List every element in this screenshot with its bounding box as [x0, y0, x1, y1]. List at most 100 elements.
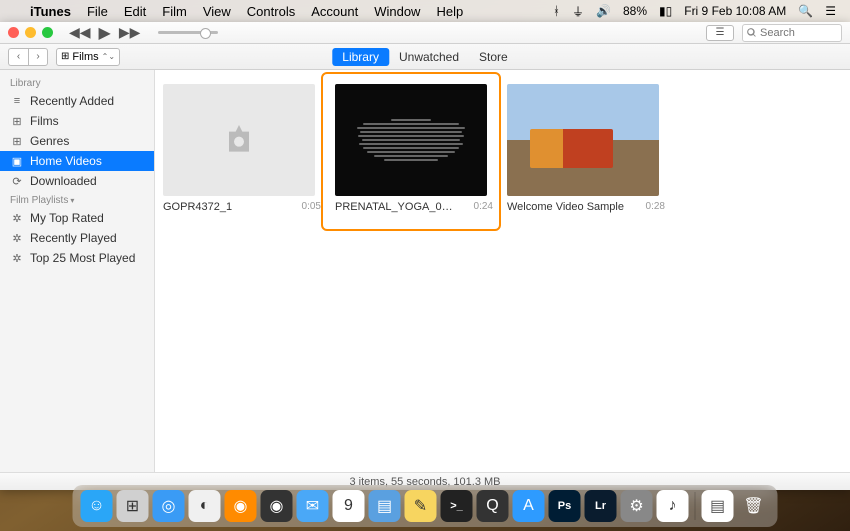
forward-nav-button[interactable]: ›: [28, 48, 48, 66]
menu-controls[interactable]: Controls: [239, 4, 303, 19]
forward-button[interactable]: ▶▶: [117, 24, 143, 41]
sidebar-item-label: Recently Added: [30, 94, 114, 108]
dock-appstore[interactable]: A: [513, 490, 545, 522]
sidebar-item-top-25-most-played[interactable]: ✲Top 25 Most Played: [0, 248, 154, 268]
clock[interactable]: Fri 9 Feb 10:08 AM: [678, 4, 792, 18]
film-icon: ⊞: [61, 51, 69, 62]
chevron-updown-icon: ⌃⌄: [102, 52, 115, 61]
dock-chrome[interactable]: ◐: [189, 490, 221, 522]
menu-window[interactable]: Window: [366, 4, 428, 19]
spotlight-icon[interactable]: 🔍: [792, 4, 819, 18]
menu-edit[interactable]: Edit: [116, 4, 154, 19]
dock-terminal[interactable]: >_: [441, 490, 473, 522]
media-picker[interactable]: ⊞ Films ⌃⌄: [56, 48, 120, 66]
itunes-window: ◀◀ ▶ ▶▶ ☰ ‹ › ⊞ Films ⌃⌄ Library Unwatch…: [0, 22, 850, 490]
gear-icon: ✲: [10, 232, 24, 245]
volume-slider[interactable]: [158, 31, 218, 34]
battery-icon[interactable]: ▮▯: [653, 4, 678, 18]
menu-extras-icon[interactable]: ☰: [819, 4, 842, 18]
dock-safari[interactable]: ◎: [153, 490, 185, 522]
search-input[interactable]: [760, 27, 830, 39]
sidebar-item-label: Downloaded: [30, 174, 97, 188]
search-field[interactable]: [742, 24, 842, 42]
dock-quicktime[interactable]: Q: [477, 490, 509, 522]
sidebar-header-playlists: Film Playlists ▾: [0, 191, 154, 208]
sidebar-item-recently-played[interactable]: ✲Recently Played: [0, 228, 154, 248]
dock-itunes[interactable]: ♪: [657, 490, 689, 522]
sidebar-item-label: Genres: [30, 134, 69, 148]
sidebar-item-films[interactable]: ⊞ Films: [0, 111, 154, 131]
sidebar-item-label: Home Videos: [30, 154, 102, 168]
menu-film[interactable]: Film: [154, 4, 195, 19]
dock-finder[interactable]: ☺: [81, 490, 113, 522]
volume-icon[interactable]: 🔊: [590, 4, 617, 18]
sidebar-item-label: Top 25 Most Played: [30, 251, 135, 265]
sidebar-item-my-top-rated[interactable]: ✲ My Top Rated: [0, 208, 154, 228]
close-button[interactable]: [8, 27, 19, 38]
menu-account[interactable]: Account: [303, 4, 366, 19]
dock-systemprefs[interactable]: ⚙: [621, 490, 653, 522]
media-picker-label: Films: [72, 51, 98, 63]
video-thumbnail[interactable]: [507, 84, 659, 196]
sidebar-item-icon: ≡: [10, 95, 24, 107]
video-duration: 0:28: [646, 201, 665, 212]
sidebar-item-genres[interactable]: ⊞ Genres: [0, 131, 154, 151]
zoom-button[interactable]: [42, 27, 53, 38]
video-title: Welcome Video Sample: [507, 201, 624, 213]
minimize-button[interactable]: [25, 27, 36, 38]
dock-launchpad[interactable]: ⊞: [117, 490, 149, 522]
dock-calendar[interactable]: 9: [333, 490, 365, 522]
sidebar-item-icon: ▣: [10, 155, 24, 168]
window-titlebar: ◀◀ ▶ ▶▶ ☰: [0, 22, 850, 44]
gear-icon: ✲: [10, 212, 24, 225]
menu-file[interactable]: File: [79, 4, 116, 19]
system-menubar: iTunes File Edit Film View Controls Acco…: [0, 0, 850, 22]
play-button[interactable]: ▶: [97, 23, 113, 43]
video-item[interactable]: PRENATAL_YOGA_01_Title_01 0:24: [335, 84, 493, 213]
menu-view[interactable]: View: [195, 4, 239, 19]
video-title: PRENATAL_YOGA_01_Title_01: [335, 201, 455, 213]
app-menu[interactable]: iTunes: [22, 4, 79, 19]
dock-camera[interactable]: ◉: [261, 490, 293, 522]
video-thumbnail[interactable]: [335, 84, 487, 196]
sidebar-item-icon: ⊞: [10, 135, 24, 148]
sidebar-item-icon: ⊞: [10, 115, 24, 128]
video-item[interactable]: Welcome Video Sample 0:28: [507, 84, 665, 213]
playback-controls: ◀◀ ▶ ▶▶: [67, 23, 142, 43]
dock-preview[interactable]: ▤: [369, 490, 401, 522]
dock-lightroom[interactable]: Lr: [585, 490, 617, 522]
video-thumbnail[interactable]: [163, 84, 315, 196]
dock-firefox[interactable]: ◉: [225, 490, 257, 522]
video-duration: 0:24: [474, 201, 493, 212]
dock-photoshop[interactable]: Ps: [549, 490, 581, 522]
list-view-button[interactable]: ☰: [706, 25, 734, 41]
video-title: GOPR4372_1: [163, 201, 232, 213]
window-traffic-lights: [8, 27, 53, 38]
dock-mail[interactable]: ✉: [297, 490, 329, 522]
content-grid: GOPR4372_10:05 PRENATAL_YOGA_01_Title_01 0…: [155, 70, 850, 472]
sidebar-item-downloaded[interactable]: ⟳ Downloaded: [0, 171, 154, 191]
dock-notes[interactable]: ✎: [405, 490, 437, 522]
search-icon: [747, 28, 757, 38]
dock-trash[interactable]: 🗑: [738, 490, 770, 522]
sidebar: Library ≡ Recently Added ⊞ Films ⊞ Genres ▣ Hom…: [0, 70, 155, 472]
sidebar-item-home-videos[interactable]: ▣ Home Videos: [0, 151, 154, 171]
toolbar: ‹ › ⊞ Films ⌃⌄ Library Unwatched Store: [0, 44, 850, 70]
sidebar-item-label: My Top Rated: [30, 211, 104, 225]
tab-unwatched[interactable]: Unwatched: [389, 48, 469, 66]
menu-help[interactable]: Help: [428, 4, 471, 19]
tab-store[interactable]: Store: [469, 48, 518, 66]
sidebar-item-recently-added[interactable]: ≡ Recently Added: [0, 91, 154, 111]
dock-document[interactable]: ▤: [702, 490, 734, 522]
video-item[interactable]: GOPR4372_10:05: [163, 84, 321, 213]
sidebar-item-icon: ⟳: [10, 175, 24, 188]
rewind-button[interactable]: ◀◀: [67, 24, 93, 41]
wifi-icon[interactable]: ⏚: [566, 3, 590, 20]
tab-library[interactable]: Library: [332, 48, 389, 66]
sidebar-header-library: Library: [0, 74, 154, 91]
bluetooth-icon[interactable]: ᚼ: [547, 4, 566, 18]
back-button[interactable]: ‹: [8, 48, 28, 66]
sidebar-item-label: Films: [30, 114, 59, 128]
dock-divider: [695, 492, 696, 520]
chevron-down-icon: ▾: [70, 196, 74, 205]
